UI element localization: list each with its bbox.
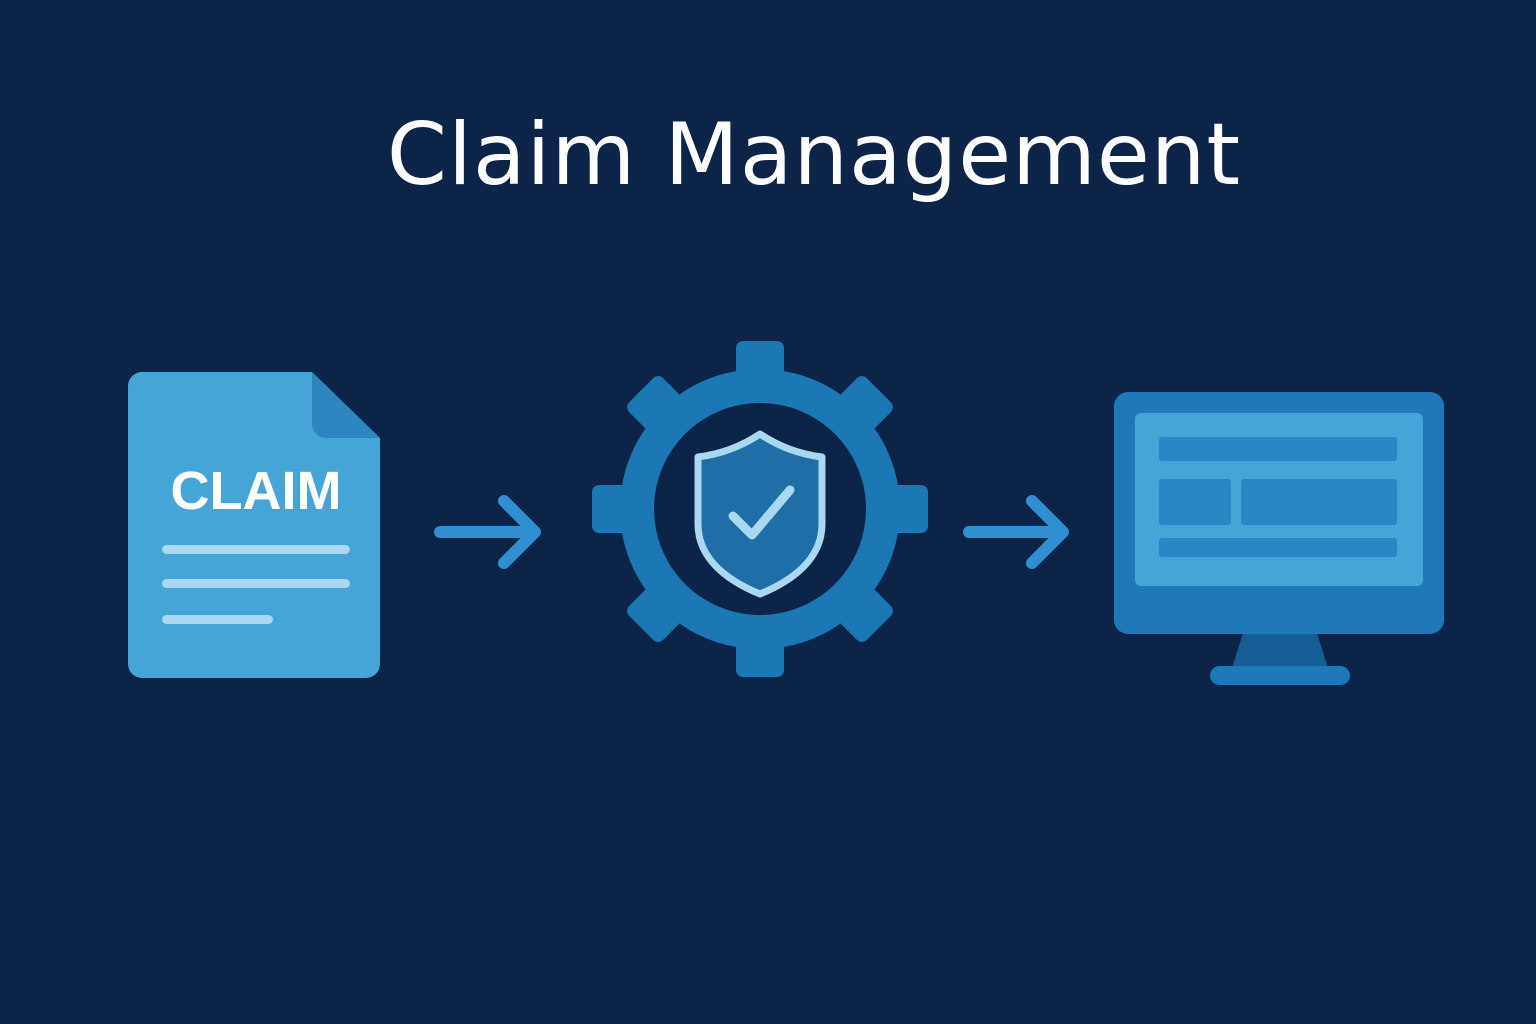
gear-shield-check-icon <box>592 341 928 677</box>
screen-header-block <box>1159 437 1397 461</box>
process-flow: CLAIM <box>128 341 1444 685</box>
gear-tooth <box>736 621 784 677</box>
claim-label: CLAIM <box>171 461 342 521</box>
document-line <box>162 615 273 624</box>
shield-icon <box>694 430 826 598</box>
screen-footer-block <box>1159 538 1397 557</box>
screen-sidebar-block <box>1159 479 1231 525</box>
gear-tooth <box>872 485 928 533</box>
document-line <box>162 545 350 554</box>
arrow-right-icon <box>963 495 1069 569</box>
gear-tooth <box>736 341 784 397</box>
document-line <box>162 579 350 588</box>
gear-tooth <box>592 485 648 533</box>
arrow-right-icon <box>434 495 541 569</box>
claim-management-diagram: Claim Management CLAIM <box>0 0 1536 1024</box>
computer-monitor-icon <box>1114 392 1444 685</box>
monitor-neck <box>1232 630 1328 668</box>
screen-content-block <box>1241 479 1397 525</box>
monitor-base <box>1210 666 1350 685</box>
claim-document-icon: CLAIM <box>128 372 380 678</box>
